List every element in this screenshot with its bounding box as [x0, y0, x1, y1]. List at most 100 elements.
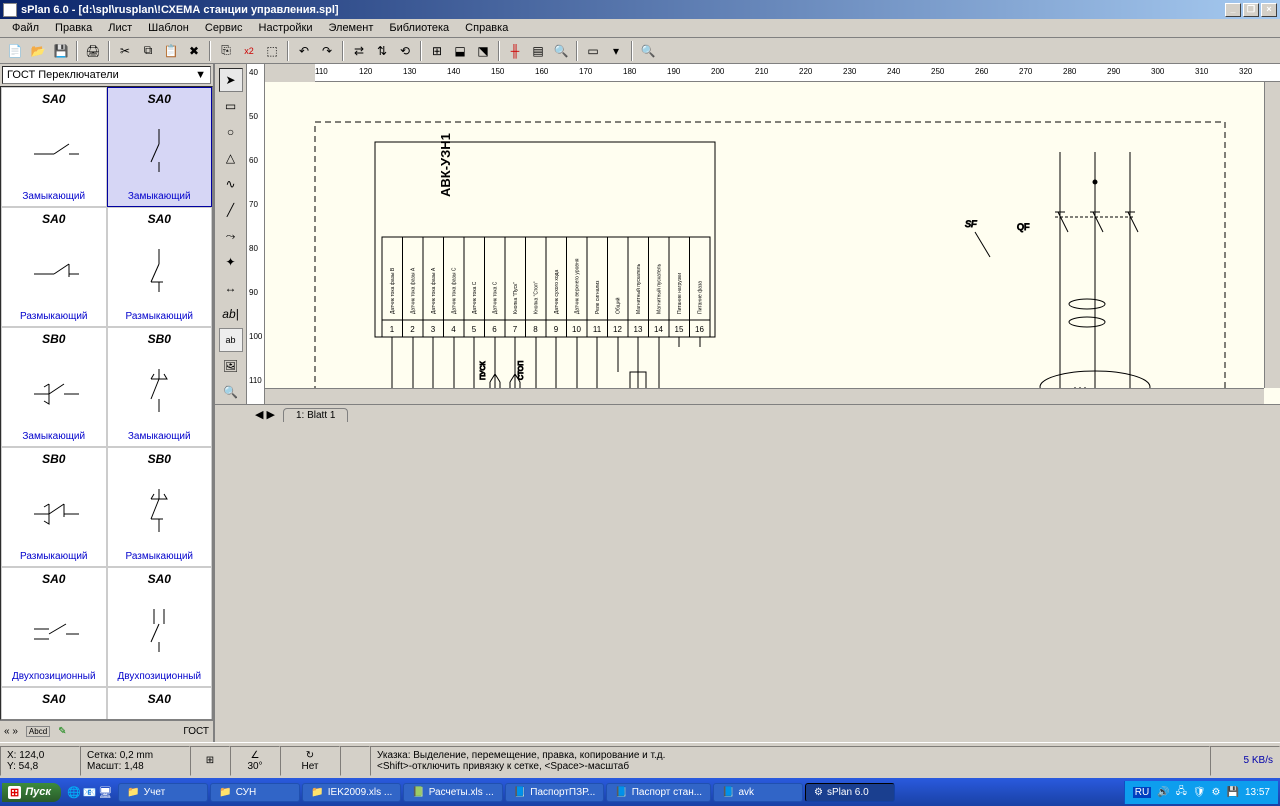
- spline-tool[interactable]: ∿: [219, 172, 243, 196]
- copy2-icon[interactable]: ⎘: [215, 40, 237, 62]
- node-tool[interactable]: ✦: [219, 250, 243, 274]
- print-icon[interactable]: 🖨: [82, 40, 104, 62]
- dimension-tool[interactable]: ↔: [219, 276, 243, 300]
- library-item[interactable]: SA0Замыкающий: [1, 87, 107, 207]
- taskbar-button[interactable]: 📁СУН: [210, 783, 300, 802]
- tray-icon[interactable]: ⚙: [1212, 787, 1221, 798]
- bezier-tool[interactable]: ⤳: [219, 224, 243, 248]
- taskbar-button[interactable]: 📘avk: [713, 783, 803, 802]
- svg-text:Датчик тока фазы A: Датчик тока фазы A: [431, 267, 437, 314]
- quicklaunch-icon[interactable]: 📧: [83, 786, 97, 799]
- library-item[interactable]: SA0Размыкающий: [107, 207, 213, 327]
- x2-icon[interactable]: x2: [238, 40, 260, 62]
- mirror-h-icon[interactable]: ⇄: [348, 40, 370, 62]
- status-grid: Сетка: 0,2 mm: [87, 750, 183, 761]
- tray-icon[interactable]: 🔊: [1157, 787, 1169, 798]
- library-item[interactable]: SA0: [1, 687, 107, 720]
- drawing-canvas[interactable]: АВК-УЗН1 1Датчик тока фазы B2Датчик тока…: [265, 82, 1280, 404]
- library-item[interactable]: SA0Размыкающий: [1, 207, 107, 327]
- ungroup-icon[interactable]: ⬔: [472, 40, 494, 62]
- tray-icon[interactable]: 💾: [1227, 787, 1239, 798]
- taskbar-button[interactable]: 📁Учет: [118, 783, 208, 802]
- svg-text:Датчик сухого хода: Датчик сухого хода: [554, 270, 560, 314]
- library-combo[interactable]: ГОСТ Переключатели ▼: [2, 66, 211, 84]
- start-button[interactable]: ⊞ Пуск: [2, 783, 61, 802]
- library-item[interactable]: SB0Размыкающий: [107, 447, 213, 567]
- taskbar-button[interactable]: 📗Расчеты.xls ...: [403, 783, 503, 802]
- library-item[interactable]: SB0Размыкающий: [1, 447, 107, 567]
- scrollbar-vertical[interactable]: [1264, 82, 1280, 388]
- taskbar: ⊞ Пуск 🌐 📧 🖥 📁Учет📁СУН📁IEK2009.xls ...📗Р…: [0, 778, 1280, 806]
- library-item[interactable]: SA0Двухпозиционный: [1, 567, 107, 687]
- taskbar-button[interactable]: ⚙sPlan 6.0: [805, 783, 895, 802]
- menu-file[interactable]: Файл: [4, 20, 47, 36]
- pointer-tool[interactable]: ➤: [219, 68, 243, 92]
- maximize-button[interactable]: ❐: [1243, 3, 1259, 17]
- snap-icon[interactable]: ⊞: [426, 40, 448, 62]
- nav-arrows[interactable]: « »: [4, 726, 18, 737]
- label-tool[interactable]: ab: [219, 328, 243, 352]
- menu-library[interactable]: Библиотека: [381, 20, 457, 36]
- group-icon[interactable]: ⬓: [449, 40, 471, 62]
- sheet-tab-1[interactable]: 1: Blatt 1: [283, 408, 348, 422]
- library-item[interactable]: SB0Замыкающий: [1, 327, 107, 447]
- library-item[interactable]: SA0Замыкающий: [107, 87, 213, 207]
- canvas-area: ➤ ▭ ○ △ ∿ ╱ ⤳ ✦ ↔ ab| ab 🖼 🔍 40506070809…: [215, 64, 1280, 742]
- options-icon[interactable]: ╫: [504, 40, 526, 62]
- lang-indicator[interactable]: RU: [1133, 787, 1151, 798]
- chevron-down-icon: ▼: [195, 69, 206, 81]
- menu-help[interactable]: Справка: [457, 20, 516, 36]
- save-icon[interactable]: 💾: [50, 40, 72, 62]
- svg-text:СТОП: СТОП: [518, 361, 525, 380]
- taskbar-button[interactable]: 📁IEK2009.xls ...: [302, 783, 401, 802]
- library-item[interactable]: SA0: [107, 687, 213, 720]
- page-icon[interactable]: ▭: [582, 40, 604, 62]
- undo-icon[interactable]: ↶: [293, 40, 315, 62]
- list-icon[interactable]: ▤: [527, 40, 549, 62]
- image-tool[interactable]: 🖼: [219, 354, 243, 378]
- tray-icon[interactable]: 🛡: [1193, 787, 1206, 798]
- menu-template[interactable]: Шаблон: [140, 20, 197, 36]
- dropdown-icon[interactable]: ▾: [605, 40, 627, 62]
- copy-icon[interactable]: ⧉: [137, 40, 159, 62]
- svg-text:Датчик тока фазы B: Датчик тока фазы B: [390, 267, 396, 314]
- delete-icon[interactable]: ✖: [183, 40, 205, 62]
- paste-icon[interactable]: 📋: [160, 40, 182, 62]
- select-icon[interactable]: ⬚: [261, 40, 283, 62]
- circle-tool[interactable]: ○: [219, 120, 243, 144]
- svg-text:Питание нагрузки: Питание нагрузки: [677, 273, 683, 314]
- close-button[interactable]: ×: [1261, 3, 1277, 17]
- new-icon[interactable]: 📄: [4, 40, 26, 62]
- rotate-icon[interactable]: ⟲: [394, 40, 416, 62]
- menu-edit[interactable]: Правка: [47, 20, 100, 36]
- zoom-icon[interactable]: 🔍: [637, 40, 659, 62]
- svg-text:Общий: Общий: [615, 297, 622, 314]
- redo-icon[interactable]: ↷: [316, 40, 338, 62]
- scrollbar-horizontal[interactable]: [265, 388, 1264, 404]
- library-footer: « » Abcd ✎ ГОСТ: [0, 720, 213, 742]
- open-icon[interactable]: 📂: [27, 40, 49, 62]
- find-icon[interactable]: 🔍: [550, 40, 572, 62]
- zoom-tool[interactable]: 🔍: [219, 380, 243, 404]
- library-item[interactable]: SB0Замыкающий: [107, 327, 213, 447]
- taskbar-button[interactable]: 📘ПаспортПЗР...: [505, 783, 604, 802]
- line-tool[interactable]: ╱: [219, 198, 243, 222]
- mirror-v-icon[interactable]: ⇅: [371, 40, 393, 62]
- rect-tool[interactable]: ▭: [219, 94, 243, 118]
- minimize-button[interactable]: _: [1225, 3, 1241, 17]
- tray-icon[interactable]: 🖧: [1176, 784, 1187, 801]
- clock[interactable]: 13:57: [1245, 787, 1270, 798]
- menu-element[interactable]: Элемент: [320, 20, 381, 36]
- menu-service[interactable]: Сервис: [197, 20, 251, 36]
- quicklaunch-icon[interactable]: 🌐: [67, 786, 81, 799]
- menu-sheet[interactable]: Лист: [100, 20, 140, 36]
- library-panel: ГОСТ Переключатели ▼ SA0ЗамыкающийSA0Зам…: [0, 64, 215, 742]
- label-icon[interactable]: Abcd: [26, 726, 50, 737]
- text-tool[interactable]: ab|: [219, 302, 243, 326]
- poly-tool[interactable]: △: [219, 146, 243, 170]
- quicklaunch-icon[interactable]: 🖥: [98, 786, 112, 799]
- menu-settings[interactable]: Настройки: [251, 20, 321, 36]
- library-item[interactable]: SA0Двухпозиционный: [107, 567, 213, 687]
- taskbar-button[interactable]: 📘Паспорт стан...: [606, 783, 711, 802]
- cut-icon[interactable]: ✂: [114, 40, 136, 62]
